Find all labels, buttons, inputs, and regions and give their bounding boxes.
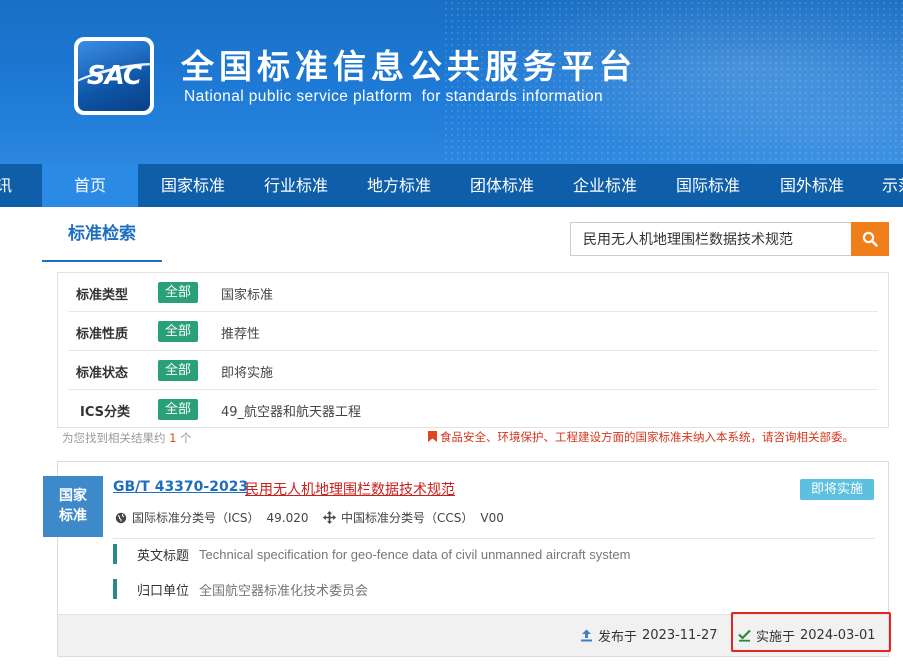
scope-notice-text: 食品安全、环境保护、工程建设方面的国家标准未纳入本系统，请咨询相关部委。 xyxy=(440,430,854,444)
nav-item-home[interactable]: 首页 xyxy=(42,164,138,207)
row-marker xyxy=(113,579,117,599)
ics-label: 国际标准分类号（ICS） xyxy=(132,511,260,525)
filter-all-button[interactable]: 全部 xyxy=(158,321,198,342)
ccs-meta: 中国标准分类号（CCS） V00 xyxy=(323,509,504,526)
filter-option[interactable]: 推荐性 xyxy=(221,323,260,342)
english-title-label: 英文标题 xyxy=(137,548,190,564)
ics-meta: 国际标准分类号（ICS） 49.020 xyxy=(115,509,309,526)
filter-row-nature: 标准性质 全部 推荐性 xyxy=(68,312,878,351)
filter-option[interactable]: 即将实施 xyxy=(221,362,273,381)
upload-icon xyxy=(581,629,592,642)
search-icon xyxy=(862,231,878,247)
scope-notice: 食品安全、环境保护、工程建设方面的国家标准未纳入本系统，请咨询相关部委。 xyxy=(428,429,854,445)
filter-panel: 标准类型 全部 国家标准 标准性质 全部 推荐性 标准状态 全部 即将实施 IC… xyxy=(57,272,889,428)
nav-item-international[interactable]: 国际标准 xyxy=(659,164,757,207)
english-title-value: Technical specification for geo-fence da… xyxy=(199,546,631,562)
nav-item-industry[interactable]: 行业标准 xyxy=(247,164,345,207)
nav-item-demo[interactable]: 示范 xyxy=(868,164,903,207)
filter-label: 标准类型 xyxy=(76,288,129,303)
logo-text: SAC xyxy=(86,61,142,91)
standard-level-badge: 国家 标准 xyxy=(43,476,103,537)
filter-all-button[interactable]: 全部 xyxy=(158,282,198,303)
department-row: 归口单位 全国航空器标准化技术委员会 xyxy=(113,578,368,600)
header-banner: SAC 全国标准信息公共服务平台 National public service… xyxy=(0,0,903,164)
site-subtitle: National public service platform for sta… xyxy=(184,88,604,105)
standard-number-link[interactable]: GB/T 43370-2023 xyxy=(113,479,248,495)
filter-row-ics: ICS分类 全部 49_航空器和航天器工程 xyxy=(68,390,878,429)
ccs-label: 中国标准分类号（CCS） xyxy=(341,511,474,525)
filter-row-status: 标准状态 全部 即将实施 xyxy=(68,351,878,390)
main-nav: 讯 首页 国家标准 行业标准 地方标准 团体标准 企业标准 国际标准 国外标准 … xyxy=(0,164,903,207)
filter-all-button[interactable]: 全部 xyxy=(158,360,198,381)
search-input[interactable] xyxy=(570,222,852,256)
published-label: 发布于 xyxy=(598,630,638,645)
filter-label: ICS分类 xyxy=(80,405,130,420)
nav-item-national[interactable]: 国家标准 xyxy=(144,164,242,207)
filter-option[interactable]: 国家标准 xyxy=(221,284,273,303)
published-date: 发布于 2023-11-27 xyxy=(580,626,718,645)
nav-item-group[interactable]: 团体标准 xyxy=(453,164,551,207)
globe-icon xyxy=(115,512,127,523)
sac-logo[interactable]: SAC xyxy=(74,37,154,115)
filter-row-type: 标准类型 全部 国家标准 xyxy=(68,273,878,312)
filter-all-button[interactable]: 全部 xyxy=(158,399,198,420)
status-badge: 即将实施 xyxy=(800,479,874,500)
badge-line-2: 标准 xyxy=(59,508,87,524)
filter-label: 标准性质 xyxy=(76,327,129,342)
result-count-prefix: 为您找到相关结果约 xyxy=(62,431,166,445)
department-value: 全国航空器标准化技术委员会 xyxy=(199,582,369,598)
check-icon xyxy=(738,629,751,642)
ics-value: 49.020 xyxy=(266,510,309,525)
row-marker xyxy=(113,544,117,564)
ccs-value: V00 xyxy=(480,510,504,525)
published-value: 2023-11-27 xyxy=(642,628,718,643)
filter-label: 标准状态 xyxy=(76,366,129,381)
site-title: 全国标准信息公共服务平台 xyxy=(181,47,637,86)
nav-item-enterprise[interactable]: 企业标准 xyxy=(556,164,654,207)
tab-standard-search[interactable]: 标准检索 xyxy=(42,214,162,262)
nav-item-foreign[interactable]: 国外标准 xyxy=(762,164,862,207)
bookmark-icon xyxy=(428,431,437,442)
badge-line-1: 国家 xyxy=(59,488,87,504)
result-count-text: 为您找到相关结果约 1 个 xyxy=(62,430,192,446)
implemented-date: 实施于 2024-03-01 xyxy=(738,626,876,645)
nav-item-local[interactable]: 地方标准 xyxy=(350,164,448,207)
standard-name-link[interactable]: 民用无人机地理围栏数据技术规范 xyxy=(245,479,455,499)
implemented-value: 2024-03-01 xyxy=(800,628,876,643)
result-count-number: 1 xyxy=(169,431,177,445)
move-icon xyxy=(323,511,336,524)
english-title-row: 英文标题 Technical specification for geo-fen… xyxy=(113,543,630,565)
nav-item-partial-left[interactable]: 讯 xyxy=(0,164,12,207)
logo-emblem: SAC xyxy=(78,41,150,111)
department-label: 归口单位 xyxy=(137,583,190,599)
filter-option[interactable]: 49_航空器和航天器工程 xyxy=(221,401,361,420)
search-button[interactable] xyxy=(851,222,889,256)
implemented-label: 实施于 xyxy=(756,630,796,645)
card-divider xyxy=(113,538,875,539)
result-count-suffix: 个 xyxy=(180,431,192,445)
